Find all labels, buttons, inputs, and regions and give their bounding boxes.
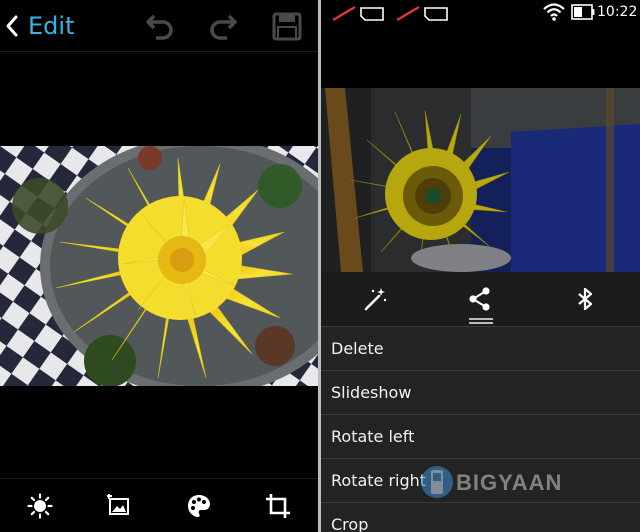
share-icon bbox=[469, 287, 490, 311]
phone-logo-icon bbox=[421, 466, 453, 498]
menu-item-slideshow[interactable]: Slideshow bbox=[321, 370, 640, 414]
gallery-screen: 10:22 Delete Slideshow Rotate left Rotat… bbox=[321, 0, 640, 532]
menu-item-label: Slideshow bbox=[331, 383, 412, 402]
redo-icon bbox=[210, 14, 237, 40]
brightness-icon bbox=[27, 492, 53, 519]
watermark-text: BIGYAAN bbox=[456, 470, 563, 495]
crop-icon bbox=[266, 493, 291, 518]
menu-item-rotate-left[interactable]: Rotate left bbox=[321, 414, 640, 458]
frame-tool-button[interactable] bbox=[80, 479, 160, 532]
auto-enhance-button[interactable] bbox=[355, 282, 395, 316]
magic-wand-icon bbox=[364, 288, 387, 311]
edit-title: Edit bbox=[28, 12, 75, 40]
undo-icon bbox=[146, 14, 173, 40]
edited-photo[interactable] bbox=[0, 146, 318, 386]
color-tool-button[interactable] bbox=[159, 479, 239, 532]
status-bar: 10:22 bbox=[321, 0, 640, 26]
dahlia-photo bbox=[0, 146, 318, 386]
wifi-icon bbox=[543, 3, 565, 21]
share-button[interactable] bbox=[460, 282, 500, 316]
undo-button[interactable] bbox=[142, 8, 178, 44]
sunflower-photo bbox=[321, 88, 640, 272]
menu-item-delete[interactable]: Delete bbox=[321, 326, 640, 370]
back-arrow-icon bbox=[6, 15, 18, 37]
back-button[interactable]: Edit bbox=[4, 8, 84, 44]
menu-item-label: Crop bbox=[331, 515, 369, 532]
watermark: BIGYAAN bbox=[420, 462, 640, 502]
share-bar bbox=[321, 272, 640, 326]
no-sim-icon bbox=[332, 6, 384, 21]
crop-tool-button[interactable] bbox=[239, 479, 319, 532]
no-sim-icon bbox=[396, 6, 448, 21]
status-clock: 10:22 bbox=[597, 4, 638, 20]
menu-item-label: Delete bbox=[331, 339, 384, 358]
image-frame-icon bbox=[107, 493, 130, 515]
gallery-photo[interactable] bbox=[321, 88, 640, 272]
bluetooth-share-button[interactable] bbox=[565, 282, 605, 316]
save-icon bbox=[272, 12, 302, 41]
save-button[interactable] bbox=[269, 8, 305, 44]
menu-item-crop[interactable]: Crop bbox=[321, 502, 640, 532]
menu-item-label: Rotate left bbox=[331, 427, 415, 446]
edit-action-bar: Edit bbox=[0, 0, 318, 52]
edit-tools-bar bbox=[0, 478, 318, 532]
menu-item-label: Rotate right bbox=[331, 471, 427, 490]
palette-icon bbox=[187, 494, 210, 517]
brightness-tool-button[interactable] bbox=[0, 479, 80, 532]
battery-icon bbox=[571, 4, 595, 20]
share-selected-indicator bbox=[469, 318, 493, 324]
edit-screen: Edit bbox=[0, 0, 318, 532]
redo-button[interactable] bbox=[205, 8, 241, 44]
bluetooth-icon bbox=[578, 287, 593, 311]
